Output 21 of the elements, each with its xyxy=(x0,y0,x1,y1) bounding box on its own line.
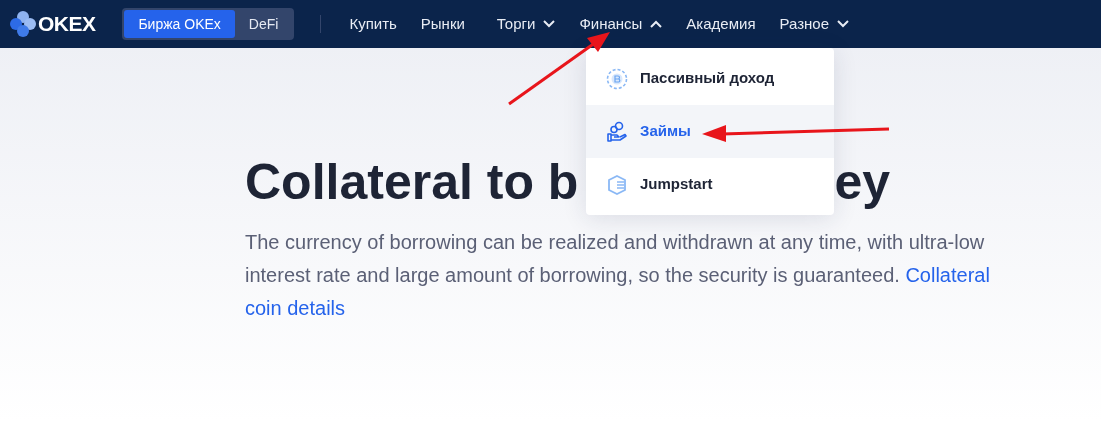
segment-tab[interactable]: Биржа OKEx xyxy=(124,10,235,38)
dropdown-item[interactable]: Пассивный доход xyxy=(586,52,834,105)
nav-item[interactable]: Разное xyxy=(767,0,862,48)
segment-tab[interactable]: DeFi xyxy=(234,10,293,38)
nav-item[interactable]: Купить xyxy=(337,0,409,48)
nav-item[interactable]: Торги xyxy=(484,0,568,48)
nav-item[interactable]: Рынки xyxy=(408,0,477,48)
nav-item[interactable]: Финансы xyxy=(567,0,675,48)
logo-icon xyxy=(10,11,36,37)
coin-icon xyxy=(606,67,628,90)
heading: ey xyxy=(834,153,890,212)
link[interactable]: coin details xyxy=(245,297,346,319)
link[interactable]: Collateral xyxy=(905,264,990,286)
heading: Collateral to b xyxy=(245,153,579,212)
hand-coins-icon xyxy=(606,120,628,143)
nav-item[interactable]: Академия xyxy=(674,0,768,48)
hexagon-icon xyxy=(606,173,628,196)
logo-text: OKEX xyxy=(38,11,96,38)
description-text: The currency of borrowing can be realized and withdrawn at any time, with ultra-low interest rate and large amount of borrowing, so the security is guaranteed. Collateral coin details xyxy=(245,230,991,321)
dropdown-item[interactable]: Займы xyxy=(586,105,834,158)
dropdown-item[interactable]: Jumpstart xyxy=(586,158,834,211)
